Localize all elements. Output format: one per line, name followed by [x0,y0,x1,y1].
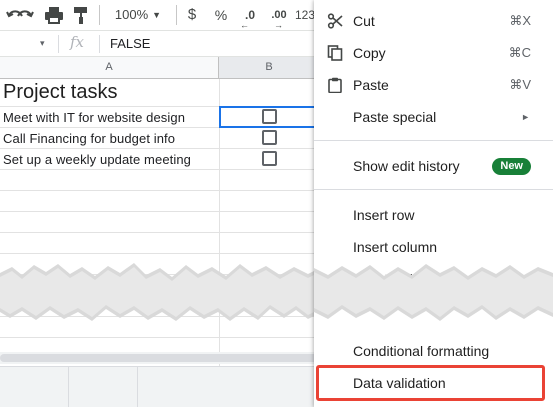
column-header-b[interactable]: B [219,57,320,78]
currency-format-button[interactable]: $ [185,6,199,24]
menu-item-paste[interactable]: Paste ⌘V [314,69,553,101]
cell-a4-task[interactable]: Set up a weekly update meeting [3,152,191,167]
menu-shortcut: ⌘V [509,77,531,92]
context-menu: Cut ⌘X Copy ⌘C Paste ⌘V Paste special ► … [314,0,553,407]
row-divider [0,337,320,338]
chevron-down-icon: ▼ [152,10,162,20]
menu-separator [314,140,553,141]
sheet-tab-divider [137,367,138,407]
task-checkbox-3[interactable] [262,151,277,166]
name-box-dropdown-icon[interactable]: ▾ [40,38,45,49]
paint-format-icon[interactable] [72,6,90,24]
menu-item-show-edit-history[interactable]: Show edit history New [314,150,553,182]
menu-separator [314,189,553,190]
scissors-icon [327,13,343,29]
formula-bar-divider [99,35,100,53]
menu-shortcut: ⌘C [508,45,531,60]
task-checkbox-1[interactable] [262,109,277,124]
menu-item-data-validation[interactable]: Data validation [314,367,553,399]
menu-item-label: Paste [353,77,389,93]
sheet-tabs-bar [0,366,320,407]
percent-format-button[interactable]: % [214,6,228,24]
row-divider [0,253,320,254]
print-icon[interactable] [44,6,64,24]
toolbar-divider [99,5,100,25]
menu-item-label: Data validation [353,375,446,391]
zoom-select[interactable]: 100% ▼ [108,6,168,24]
redo-icon[interactable] [14,6,34,24]
submenu-arrow-icon: ► [521,112,530,122]
horizontal-scrollbar-thumb[interactable] [0,354,320,362]
zoom-value: 100% [114,7,149,22]
menu-item-label: Cut [353,13,375,29]
menu-item-conditional-formatting[interactable]: Conditional formatting [314,335,553,367]
menu-shortcut: ⌘X [509,13,531,28]
copy-icon [327,45,343,61]
row-divider [0,148,320,149]
clipboard-icon [327,77,343,94]
task-checkbox-2[interactable] [262,130,277,145]
row-divider [0,211,320,212]
menu-item-label: Copy [353,45,386,61]
sheet-tab-divider [68,367,69,407]
menu-item-label: Paste special [353,109,437,125]
increase-decimal-button[interactable]: .00 → [266,6,292,30]
column-header-a[interactable]: A [0,57,219,78]
toolbar-divider [176,5,177,25]
torn-paper-effect [0,263,320,321]
menu-item-copy[interactable]: Copy ⌘C [314,37,553,69]
formula-input[interactable]: FALSE [110,36,150,51]
menu-item-label: Insert row [353,207,415,223]
row-divider [0,169,320,170]
cell-a2-task[interactable]: Meet with IT for website design [3,110,185,125]
formula-bar-divider [58,35,59,53]
torn-paper-effect [314,264,553,321]
row-divider [0,232,320,233]
new-badge: New [492,158,531,175]
menu-item-label: Show edit history [353,158,460,174]
menu-item-cut[interactable]: Cut ⌘X [314,5,553,37]
cell-a3-task[interactable]: Call Financing for budget info [3,131,175,146]
cell-a1-title[interactable]: Project tasks [3,81,117,104]
fx-icon: fx [70,33,85,51]
decrease-decimal-button[interactable]: .0 ← [238,6,262,30]
row-divider [0,190,320,191]
menu-item-label: Conditional formatting [353,343,490,359]
menu-item-paste-special[interactable]: Paste special ► [314,101,553,133]
menu-item-insert-row[interactable]: Insert row [314,199,553,231]
